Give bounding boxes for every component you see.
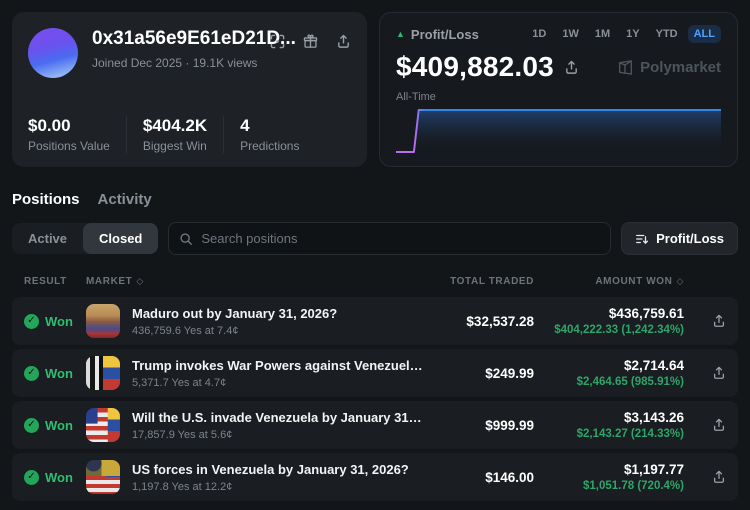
share-icon[interactable] xyxy=(712,366,726,380)
range-ytd[interactable]: YTD xyxy=(650,25,684,43)
tab-positions[interactable]: Positions xyxy=(12,191,80,208)
sort-descending-icon xyxy=(635,232,649,246)
range-1w[interactable]: 1W xyxy=(556,25,585,43)
market-title[interactable]: Will the U.S. invade Venezuela by Januar… xyxy=(132,410,424,425)
positions-controls: Active Closed Profit/Loss xyxy=(12,222,738,255)
status-filter: Active Closed xyxy=(12,223,158,254)
stat-predictions: 4 Predictions xyxy=(223,116,315,153)
amount-won-value: $3,143.26 xyxy=(534,410,684,425)
range-1m[interactable]: 1M xyxy=(589,25,616,43)
table-row[interactable]: ✓ Won Maduro out by January 31, 2026? 43… xyxy=(12,297,738,345)
profit-value: $1,051.78 (720.4%) xyxy=(534,480,684,492)
share-icon[interactable] xyxy=(712,418,726,432)
profile-meta: Joined Dec 2025 · 19.1K views xyxy=(92,56,270,70)
sort-caret-icon: ◇ xyxy=(136,276,144,287)
table-row[interactable]: ✓ Won Trump invokes War Powers against V… xyxy=(12,349,738,397)
share-icon[interactable] xyxy=(336,34,351,49)
expand-icon[interactable] xyxy=(270,34,285,49)
time-range-selector: 1D 1W 1M 1Y YTD ALL xyxy=(526,25,721,43)
search-input[interactable] xyxy=(201,231,600,246)
position-detail: 436,759.6 Yes at 7.4¢ xyxy=(132,325,424,337)
range-1y[interactable]: 1Y xyxy=(620,25,645,43)
amount-won-value: $2,714.64 xyxy=(534,358,684,373)
market-thumbnail xyxy=(86,304,120,338)
header-total-traded[interactable]: TOTAL TRADED xyxy=(424,276,534,287)
sort-profit-loss-button[interactable]: Profit/Loss xyxy=(621,222,738,255)
market-thumbnail xyxy=(86,356,120,390)
check-circle-icon: ✓ xyxy=(24,314,39,329)
market-title[interactable]: Trump invokes War Powers against Venezue… xyxy=(132,358,424,373)
position-detail: 17,857.9 Yes at 5.6¢ xyxy=(132,429,424,441)
position-detail: 5,371.7 Yes at 4.7¢ xyxy=(132,377,424,389)
top-cards: 0x31a56e9E61eD21D... Joined Dec 2025 · 1… xyxy=(12,12,738,167)
check-circle-icon: ✓ xyxy=(24,418,39,433)
filter-closed-button[interactable]: Closed xyxy=(83,223,158,254)
market-thumbnail xyxy=(86,408,120,442)
table-header: RESULT MARKET ◇ TOTAL TRADED AMOUNT WON … xyxy=(12,265,738,297)
market-title[interactable]: US forces in Venezuela by January 31, 20… xyxy=(132,462,424,477)
sort-caret-icon: ◇ xyxy=(676,276,684,287)
profit-value: $2,464.65 (985.91%) xyxy=(534,376,684,388)
share-icon[interactable] xyxy=(564,60,579,75)
share-icon[interactable] xyxy=(712,314,726,328)
tab-activity[interactable]: Activity xyxy=(98,191,152,208)
market-thumbnail xyxy=(86,460,120,494)
share-icon[interactable] xyxy=(712,470,726,484)
pnl-value: $409,882.03 xyxy=(396,51,554,83)
pnl-chart-container xyxy=(396,104,721,156)
pnl-title: Profit/Loss xyxy=(411,27,479,42)
amount-won-value: $436,759.61 xyxy=(534,306,684,321)
profile-name: 0x31a56e9E61eD21D... xyxy=(92,28,270,50)
total-traded-value: $249.99 xyxy=(424,366,534,381)
stat-biggest-win: $404.2K Biggest Win xyxy=(126,116,223,153)
header-amount-won[interactable]: AMOUNT WON ◇ xyxy=(534,276,684,287)
table-row[interactable]: ✓ Won Will the U.S. invade Venezuela by … xyxy=(12,401,738,449)
search-icon xyxy=(179,232,193,246)
header-market[interactable]: MARKET ◇ xyxy=(86,276,424,287)
stat-positions-value: $0.00 Positions Value xyxy=(28,116,126,153)
total-traded-value: $999.99 xyxy=(424,418,534,433)
profile-stats: $0.00 Positions Value $404.2K Biggest Wi… xyxy=(28,116,351,153)
gift-icon[interactable] xyxy=(303,34,318,49)
total-traded-value: $146.00 xyxy=(424,470,534,485)
position-detail: 1,197.8 Yes at 12.2¢ xyxy=(132,481,424,493)
table-row[interactable]: ✓ Won US forces in Venezuela by January … xyxy=(12,453,738,501)
polymarket-watermark: Polymarket xyxy=(617,59,721,76)
search-box[interactable] xyxy=(168,222,611,255)
range-all[interactable]: ALL xyxy=(688,25,721,43)
check-circle-icon: ✓ xyxy=(24,366,39,381)
filter-active-button[interactable]: Active xyxy=(12,223,83,254)
total-traded-value: $32,537.28 xyxy=(424,314,534,329)
profile-card: 0x31a56e9E61eD21D... Joined Dec 2025 · 1… xyxy=(12,12,367,167)
up-triangle-icon: ▲ xyxy=(396,30,405,39)
pnl-card: ▲ Profit/Loss 1D 1W 1M 1Y YTD ALL $409,8… xyxy=(379,12,738,167)
pnl-area-path xyxy=(396,110,721,156)
pnl-period-label: All-Time xyxy=(396,91,721,103)
polymarket-logo-icon xyxy=(617,59,634,76)
header-result[interactable]: RESULT xyxy=(24,276,86,287)
section-tabs: Positions Activity xyxy=(12,191,738,208)
market-title[interactable]: Maduro out by January 31, 2026? xyxy=(132,306,424,321)
check-circle-icon: ✓ xyxy=(24,470,39,485)
avatar xyxy=(28,28,78,78)
pnl-chart xyxy=(396,104,721,156)
amount-won-value: $1,197.77 xyxy=(534,462,684,477)
profit-value: $404,222.33 (1,242.34%) xyxy=(534,324,684,336)
profile-page: 0x31a56e9E61eD21D... Joined Dec 2025 · 1… xyxy=(0,0,750,510)
positions-list: ✓ Won Maduro out by January 31, 2026? 43… xyxy=(12,297,738,501)
range-1d[interactable]: 1D xyxy=(526,25,552,43)
profit-value: $2,143.27 (214.33%) xyxy=(534,428,684,440)
